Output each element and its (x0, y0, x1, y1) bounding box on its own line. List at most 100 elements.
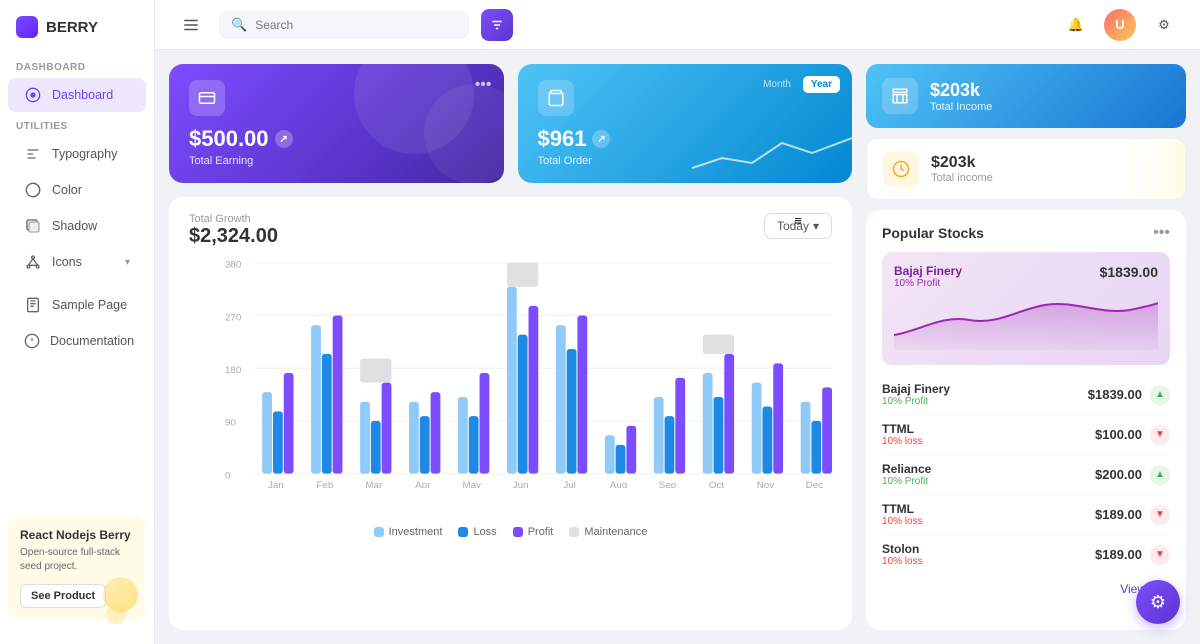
color-icon (24, 181, 42, 199)
bar-chart-svg: 380 270 180 90 0 (225, 258, 832, 488)
svg-text:Jun: Jun (513, 480, 529, 488)
svg-text:Jul: Jul (563, 480, 576, 488)
sidebar-item-dashboard[interactable]: Dashboard (8, 78, 146, 112)
header: 🔍 🔔 U ⚙ (155, 0, 1200, 50)
legend-maintenance-label: Maintenance (584, 526, 647, 538)
shadow-icon (24, 217, 42, 235)
typography-icon (24, 145, 42, 163)
earning-card-more-button[interactable]: ••• (475, 76, 492, 94)
notification-bell-button[interactable]: 🔔 (1060, 9, 1092, 41)
sidebar-section-dashboard: Dashboard (0, 54, 154, 77)
sidebar-item-typography-label: Typography (52, 147, 117, 161)
bajaj-trend-icon: ▲ (1150, 385, 1170, 405)
search-input[interactable] (255, 18, 457, 32)
sidebar-item-sample-page-label: Sample Page (52, 298, 127, 312)
month-button[interactable]: Month (755, 76, 799, 93)
stock-preview-subtitle: 10% Profit (894, 278, 962, 289)
month-year-toggle: Month Year (755, 76, 840, 93)
sidebar-item-icons-label: Icons (52, 255, 82, 269)
stock-chart-preview: Bajaj Finery 10% Profit $1839.00 (882, 252, 1170, 365)
search-bar: 🔍 (219, 11, 469, 39)
sidebar-item-shadow[interactable]: Shadow (8, 209, 146, 243)
popular-stocks-card: Popular Stocks ••• Bajaj Finery 10% Prof… (866, 210, 1186, 630)
sidebar-section-utilities: Utilities (0, 113, 154, 136)
sidebar-promo: React Nodejs Berry Open-source full-stac… (8, 516, 146, 620)
ttml2-trend-icon: ▼ (1150, 505, 1170, 525)
chart-legend: Investment Loss Profit Maintenance (189, 526, 832, 538)
svg-text:Jan: Jan (268, 480, 284, 488)
settings-fab-button[interactable]: ⚙ (1136, 580, 1180, 624)
view-all-button[interactable]: View All › (882, 582, 1170, 596)
sidebar-item-typography[interactable]: Typography (8, 137, 146, 171)
earning-card-icon (189, 80, 225, 116)
menu-toggle-button[interactable] (175, 9, 207, 41)
sidebar-item-sample-page[interactable]: Sample Page (8, 288, 146, 322)
legend-investment-label: Investment (389, 526, 443, 538)
svg-text:Aug: Aug (610, 480, 627, 488)
filter-button[interactable] (481, 9, 513, 41)
icons-icon (24, 253, 42, 271)
sidebar-item-shadow-label: Shadow (52, 219, 97, 233)
chart-card: Total Growth $2,324.00 Today ▾ ≡ 380 270… (169, 197, 852, 630)
year-button[interactable]: Year (803, 76, 840, 93)
earning-label: Total Earning (189, 155, 484, 167)
stolon-trend-icon: ▼ (1150, 545, 1170, 565)
icons-chevron: ▾ (125, 257, 130, 268)
stock-item-ttml-2: TTML 10% loss $189.00 ▼ (882, 495, 1170, 535)
legend-profit-label: Profit (528, 526, 554, 538)
svg-text:Dec: Dec (806, 480, 824, 488)
sidebar-item-documentation-label: Documentation (50, 334, 134, 348)
stock-list: Bajaj Finery 10% Profit $1839.00 ▲ TTML … (882, 375, 1170, 574)
legend-profit: Profit (513, 526, 554, 538)
svg-text:Feb: Feb (316, 480, 333, 488)
main-area: 🔍 🔔 U ⚙ ••• $500.00 (155, 0, 1200, 644)
sidebar-item-color-label: Color (52, 183, 82, 197)
ttml1-trend-icon: ▼ (1150, 425, 1170, 445)
svg-text:Apr: Apr (415, 480, 431, 488)
app-name: BERRY (46, 19, 98, 36)
dashboard-icon (24, 86, 42, 104)
svg-text:Nov: Nov (757, 480, 775, 488)
stock-preview-chart-svg (894, 295, 1158, 353)
chart-title: Total Growth (189, 213, 278, 225)
promo-see-product-button[interactable]: See Product (20, 584, 106, 608)
svg-text:90: 90 (225, 418, 236, 429)
content-right: $203k Total Income $203k Total income Po… (866, 64, 1186, 630)
stock-item-bajaj: Bajaj Finery 10% Profit $1839.00 ▲ (882, 375, 1170, 415)
stock-item-stolon: Stolon 10% loss $189.00 ▼ (882, 535, 1170, 574)
income-secondary-card: $203k Total income (866, 138, 1186, 200)
stocks-title: Popular Stocks (882, 225, 984, 241)
chart-more-icon: ≡ (794, 213, 802, 228)
svg-text:0: 0 (225, 471, 230, 482)
sidebar-item-color[interactable]: Color (8, 173, 146, 207)
stocks-more-button[interactable]: ••• (1153, 224, 1170, 242)
legend-investment-dot (374, 527, 384, 537)
bar-chart: 380 270 180 90 0 (189, 258, 832, 518)
income-top-label: Total Income (930, 101, 992, 113)
income-secondary-icon (883, 151, 919, 187)
promo-desc: Open-source full-stack seed project. (20, 546, 134, 574)
sidebar-item-icons[interactable]: Icons ▾ (8, 245, 146, 279)
stock-item-ttml-1: TTML 10% loss $100.00 ▼ (882, 415, 1170, 455)
promo-title: React Nodejs Berry (20, 528, 134, 542)
order-trend-icon: ↗ (592, 130, 610, 148)
sidebar-item-documentation[interactable]: Documentation (8, 324, 146, 358)
content-left: ••• $500.00 ↗ Total Earning Month Year (169, 64, 852, 630)
stats-row: ••• $500.00 ↗ Total Earning Month Year (169, 64, 852, 183)
user-avatar[interactable]: U (1104, 9, 1136, 41)
chart-header: Total Growth $2,324.00 Today ▾ (189, 213, 832, 248)
stocks-header: Popular Stocks ••• (882, 224, 1170, 242)
legend-loss-label: Loss (473, 526, 496, 538)
svg-text:180: 180 (225, 365, 241, 376)
logo-icon (16, 16, 38, 38)
stock-item-reliance: Reliance 10% Profit $200.00 ▲ (882, 455, 1170, 495)
sidebar-item-dashboard-label: Dashboard (52, 88, 113, 102)
svg-text:380: 380 (225, 260, 241, 271)
legend-maintenance: Maintenance (569, 526, 647, 538)
svg-text:Oct: Oct (709, 480, 725, 488)
income-top-amount: $203k (930, 80, 992, 101)
income-secondary-label: Total income (931, 172, 993, 184)
earning-card: ••• $500.00 ↗ Total Earning (169, 64, 504, 183)
content-area: ••• $500.00 ↗ Total Earning Month Year (155, 50, 1200, 644)
settings-button[interactable]: ⚙ (1148, 9, 1180, 41)
